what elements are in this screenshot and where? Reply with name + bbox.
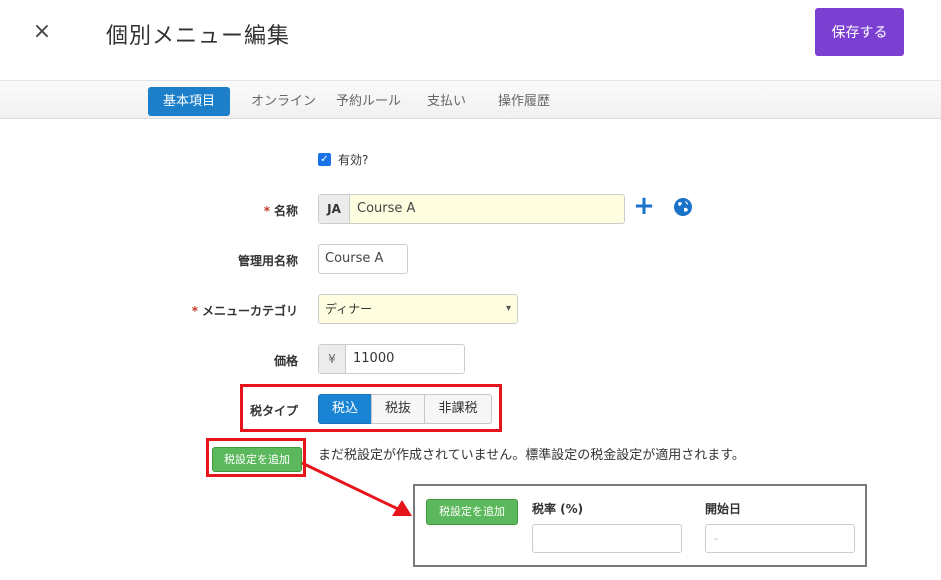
callout-add-tax-button[interactable]: 税設定を追加 [426, 499, 518, 525]
admin-name-input[interactable]: Course A [318, 244, 408, 274]
header-bar: × 個別メニュー編集 保存する [0, 0, 941, 80]
name-input[interactable]: Course A [350, 195, 415, 223]
save-button[interactable]: 保存する [815, 8, 904, 56]
price-label: 価格 [273, 354, 298, 368]
admin-name-label: 管理用名称 [237, 254, 298, 268]
category-select[interactable]: ディナー ▾ [318, 294, 518, 324]
tax-setting-callout: 税設定を追加 税率 (%) 開始日 - [413, 484, 867, 567]
tax-option-inclusive[interactable]: 税込 [318, 394, 372, 424]
chevron-down-icon: ▾ [505, 303, 511, 314]
tax-rate-label: 税率 (%) [532, 502, 584, 516]
add-tax-setting-button[interactable]: 税設定を追加 [212, 447, 302, 472]
required-mark: * [191, 304, 198, 318]
tab-bar: 基本項目 オンライン 予約ルール 支払い 操作履歴 [0, 80, 941, 119]
enabled-label: 有効? [338, 153, 369, 167]
language-prefix: JA [319, 195, 350, 223]
tax-option-exempt[interactable]: 非課税 [424, 394, 492, 424]
name-input-group: JA Course A [318, 194, 625, 224]
price-input[interactable]: 11000 [346, 345, 394, 373]
start-date-input[interactable]: - [705, 524, 855, 553]
start-date-label: 開始日 [705, 502, 742, 516]
close-icon[interactable]: × [30, 20, 54, 44]
tab-basic[interactable]: 基本項目 [148, 87, 231, 116]
tab-booking-rules[interactable]: 予約ルール [336, 87, 401, 116]
callout-arrow-icon [301, 461, 412, 516]
price-input-group: ¥ 11000 [318, 344, 465, 374]
tax-option-exclusive[interactable]: 税抜 [371, 394, 425, 424]
category-value: ディナー [325, 302, 373, 316]
tax-rate-input[interactable] [532, 524, 682, 553]
enabled-checkbox[interactable]: ✓ [318, 153, 331, 166]
name-label: 名称 [273, 204, 298, 218]
category-label: メニューカテゴリ [201, 304, 298, 318]
tab-payment[interactable]: 支払い [427, 87, 466, 116]
tax-type-label: 税タイプ [249, 404, 298, 418]
category-label-row: * メニューカテゴリ [148, 302, 298, 319]
add-language-icon[interactable]: + [633, 193, 655, 219]
required-mark: * [263, 204, 270, 218]
name-label-row: * 名称 [148, 202, 298, 219]
globe-icon[interactable] [673, 197, 693, 217]
tab-history[interactable]: 操作履歴 [498, 87, 550, 116]
currency-symbol: ¥ [319, 345, 346, 373]
page-title: 個別メニュー編集 [106, 24, 291, 49]
tab-online[interactable]: オンライン [251, 87, 316, 116]
